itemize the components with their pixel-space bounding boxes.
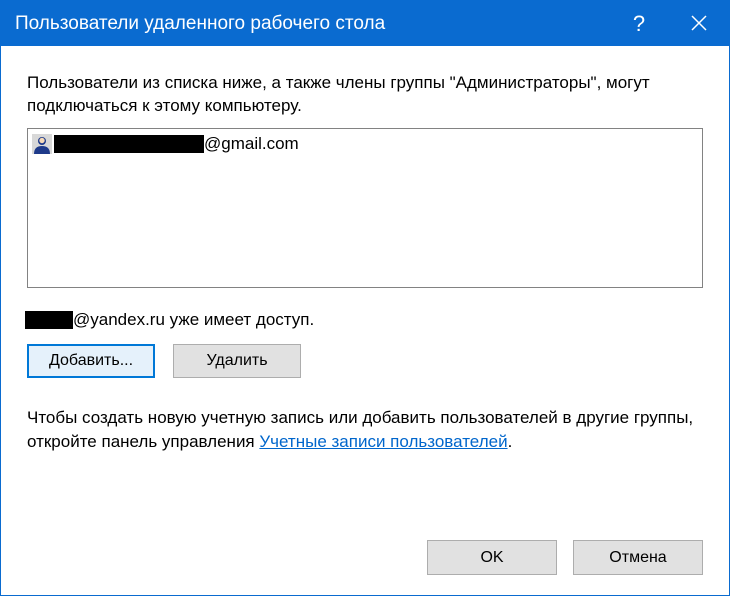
info-text: Чтобы создать новую учетную запись или д… xyxy=(27,406,703,454)
help-icon: ? xyxy=(633,11,645,37)
description-text: Пользователи из списка ниже, а также чле… xyxy=(27,72,703,118)
dialog-footer-buttons: OK Отмена xyxy=(427,540,703,575)
ok-button[interactable]: OK xyxy=(427,540,557,575)
cancel-button[interactable]: Отмена xyxy=(573,540,703,575)
users-listbox[interactable]: @gmail.com xyxy=(27,128,703,288)
user-email-suffix: @gmail.com xyxy=(204,134,299,154)
dialog-window: Пользователи удаленного рабочего стола ?… xyxy=(0,0,730,596)
dialog-content: Пользователи из списка ниже, а также чле… xyxy=(1,46,729,473)
remove-button[interactable]: Удалить xyxy=(173,344,301,378)
add-button[interactable]: Добавить... xyxy=(27,344,155,378)
list-buttons-row: Добавить... Удалить xyxy=(27,344,703,378)
access-status-line: @yandex.ru уже имеет доступ. xyxy=(27,310,703,330)
help-button[interactable]: ? xyxy=(609,1,669,46)
close-button[interactable] xyxy=(669,1,729,46)
window-title: Пользователи удаленного рабочего стола xyxy=(15,13,609,35)
redacted-current-user xyxy=(25,311,73,329)
titlebar: Пользователи удаленного рабочего стола ? xyxy=(1,1,729,46)
access-status-text: @yandex.ru уже имеет доступ. xyxy=(73,310,314,330)
list-item[interactable]: @gmail.com xyxy=(32,133,698,155)
redacted-username xyxy=(54,135,204,153)
user-accounts-link[interactable]: Учетные записи пользователей xyxy=(259,432,507,451)
user-icon xyxy=(32,134,52,154)
info-text-after: . xyxy=(508,432,513,451)
close-icon xyxy=(691,11,707,37)
